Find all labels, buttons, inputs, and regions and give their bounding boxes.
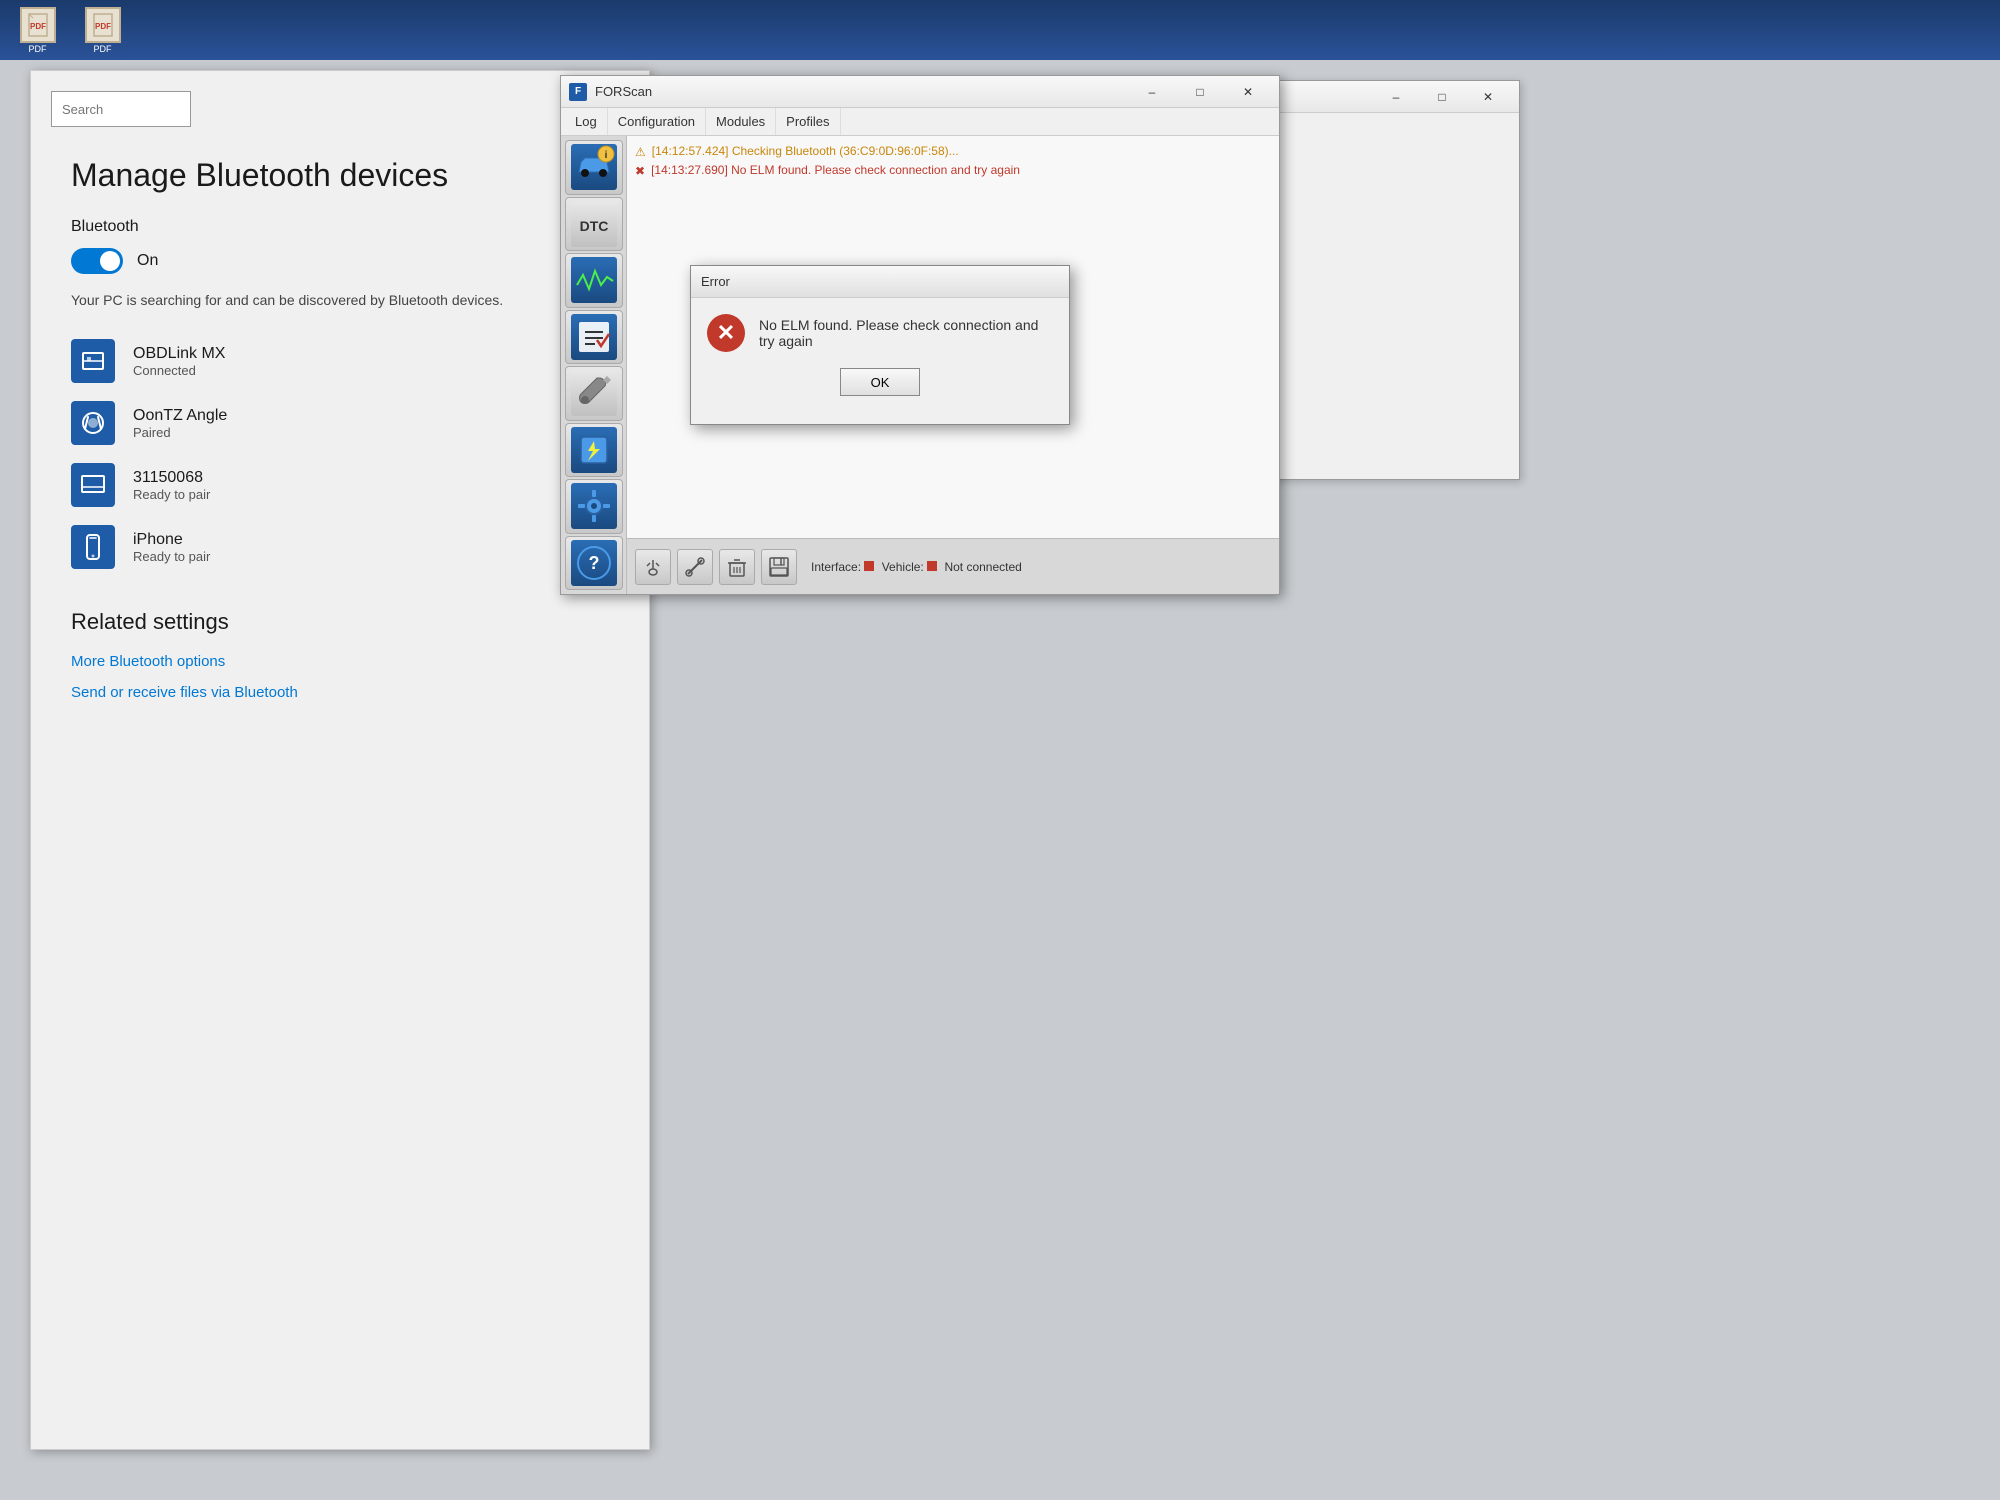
search-input[interactable] [51,91,191,127]
bg-minimize-button[interactable]: – [1373,81,1419,113]
vehicle-label: Vehicle: [882,560,924,574]
minimize-button[interactable]: – [1129,76,1175,108]
menu-configuration[interactable]: Configuration [608,108,706,135]
related-settings: Related settings More Bluetooth options … [71,609,609,701]
list-item[interactable]: OonTZ Angle Paired [71,401,609,445]
pdf-label-1: PDF [29,44,47,54]
sidebar-lightning-button[interactable] [565,423,623,478]
list-item[interactable]: iPhone Ready to pair [71,525,609,569]
interface-status-dot [864,561,874,571]
forscan-title: FORScan [595,84,652,99]
search-container [31,71,649,137]
sidebar-help-button[interactable]: ? [565,536,623,591]
maximize-button[interactable]: □ [1177,76,1223,108]
device-icon-obdlink [71,339,115,383]
connection-status: Not connected [944,560,1021,574]
bluetooth-section: Bluetooth On Your PC is searching for an… [71,218,609,311]
warning-icon: ⚠ [635,145,646,159]
sidebar-gear-button[interactable] [565,479,623,534]
device-status: Ready to pair [133,549,210,564]
device-name: 31150068 [133,469,210,487]
bluetooth-label: Bluetooth [71,218,609,236]
sidebar-checklist-button[interactable] [565,310,623,365]
toggle-row: On [71,248,609,274]
device-info-31150068: 31150068 Ready to pair [133,469,210,502]
list-item[interactable]: OBDLink MX Connected [71,339,609,383]
delete-tool-icon[interactable] [719,549,755,585]
device-icon-31150068 [71,463,115,507]
bluetooth-toggle[interactable] [71,248,123,274]
sidebar-wrench-button[interactable] [565,366,623,421]
device-status: Ready to pair [133,487,210,502]
device-info-oontz: OonTZ Angle Paired [133,407,227,440]
error-message-text: No ELM found. Please check connection an… [759,317,1053,349]
page-title: Manage Bluetooth devices [71,157,609,194]
interface-label: Interface: [811,560,861,574]
toggle-state-label: On [137,252,158,270]
log-text-1: [14:12:57.424] Checking Bluetooth (36:C9… [652,144,959,158]
save-tool-icon[interactable] [761,549,797,585]
bluetooth-description: Your PC is searching for and can be disc… [71,290,591,311]
device-icon-oontz [71,401,115,445]
menu-log[interactable]: Log [565,108,608,135]
log-entry-warning: ⚠ [14:12:57.424] Checking Bluetooth (36:… [635,144,1271,159]
svg-text:PDF: PDF [30,22,46,31]
connect-tool-icon[interactable] [677,549,713,585]
bg-close-button[interactable]: ✕ [1465,81,1511,113]
menu-modules[interactable]: Modules [706,108,776,135]
device-name: iPhone [133,531,210,549]
pdf-icon-2: PDF [85,7,121,43]
log-entry-error: ✖ [14:13:27.690] No ELM found. Please ch… [635,163,1271,178]
forscan-titlebar: F FORScan – □ ✕ [561,76,1279,108]
pdf-icon-1: PDF [20,7,56,43]
log-text-2: [14:13:27.690] No ELM found. Please chec… [651,163,1020,177]
forscan-app-icon: F [569,83,587,101]
menu-profiles[interactable]: Profiles [776,108,840,135]
vehicle-status-dot [927,561,937,571]
device-status: Paired [133,425,227,440]
svg-text:PDF: PDF [95,22,111,31]
dialog-buttons: OK [691,364,1069,408]
status-bar: Interface: Vehicle: Not connected [811,560,1022,574]
settings-panel: Manage Bluetooth devices Bluetooth On Yo… [30,70,650,1450]
sidebar-waveform-button[interactable] [565,253,623,308]
forscan-menubar: Log Configuration Modules Profiles [561,108,1279,136]
dialog-body: ✕ No ELM found. Please check connection … [691,298,1069,364]
dialog-title: Error [701,274,730,289]
error-dialog: Error ✕ No ELM found. Please check conne… [690,265,1070,425]
svg-text:DTC: DTC [579,218,608,234]
window-controls: – □ ✕ [1129,76,1271,108]
send-receive-bluetooth-link[interactable]: Send or receive files via Bluetooth [71,684,609,701]
taskbar-icon-pdf-2[interactable]: PDF PDF [75,3,130,58]
sidebar-dtc-button[interactable]: DTC [565,197,623,252]
bg-maximize-button[interactable]: □ [1419,81,1465,113]
ok-button[interactable]: OK [840,368,920,396]
svg-text:?: ? [588,553,599,573]
device-name: OonTZ Angle [133,407,227,425]
pdf-label-2: PDF [94,44,112,54]
dialog-titlebar: Error [691,266,1069,298]
device-info-obdlink: OBDLink MX Connected [133,345,225,378]
taskbar-icon-pdf-1[interactable]: PDF PDF [10,3,65,58]
device-list: OBDLink MX Connected OonTZ Angle Paire [71,339,609,569]
error-circle-icon: ✕ [707,314,745,352]
device-info-iphone: iPhone Ready to pair [133,531,210,564]
antenna-tool-icon[interactable] [635,549,671,585]
settings-content: Manage Bluetooth devices Bluetooth On Yo… [31,137,649,735]
sidebar-car-button[interactable]: i [565,140,623,195]
forscan-sidebar: i DTC [561,136,627,594]
list-item[interactable]: 31150068 Ready to pair [71,463,609,507]
forscan-bottom-toolbar: Interface: Vehicle: Not connected [627,538,1279,594]
device-name: OBDLink MX [133,345,225,363]
svg-text:i: i [604,150,607,161]
more-bluetooth-options-link[interactable]: More Bluetooth options [71,653,609,670]
taskbar: PDF PDF PDF PDF [0,0,2000,60]
forscan-title-left: F FORScan [569,83,652,101]
related-settings-title: Related settings [71,609,609,635]
device-status: Connected [133,363,225,378]
error-icon: ✖ [635,164,645,178]
device-icon-iphone [71,525,115,569]
close-button[interactable]: ✕ [1225,76,1271,108]
